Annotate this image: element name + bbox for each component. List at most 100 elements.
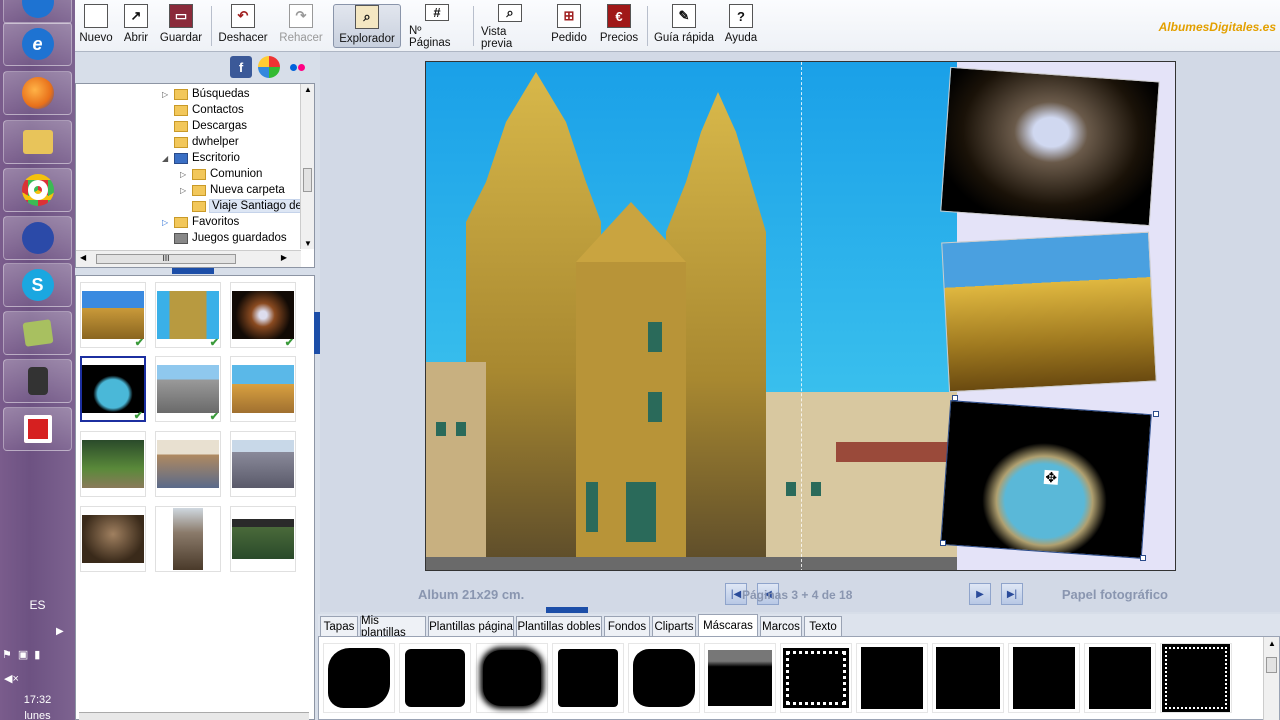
undo-button[interactable]: ↶ Deshacer: [217, 4, 269, 48]
tab-mascaras[interactable]: Máscaras: [698, 614, 758, 636]
language-indicator[interactable]: ES: [0, 598, 75, 612]
tree-item-comunion[interactable]: ▷ Comunion: [180, 166, 262, 182]
clock-time[interactable]: 17:32: [0, 694, 75, 706]
taskbar-button-top[interactable]: [3, 0, 72, 24]
tree-item-dwhelper[interactable]: dwhelper: [162, 134, 239, 150]
taskbar-skype[interactable]: S: [3, 263, 72, 307]
tree-item-nueva-carpeta[interactable]: ▷ Nueva carpeta: [180, 182, 285, 198]
resize-handle[interactable]: [940, 540, 946, 546]
photo-thumbnail[interactable]: [80, 431, 146, 497]
masks-scrollbar[interactable]: ▲: [1263, 637, 1279, 720]
mask-item[interactable]: [780, 643, 852, 713]
taskbar-internet-explorer[interactable]: e: [3, 22, 72, 66]
tab-plantillas-dobles[interactable]: Plantillas dobles: [516, 616, 602, 636]
resize-handle[interactable]: [952, 395, 958, 401]
mask-item[interactable]: [628, 643, 700, 713]
scroll-left-icon[interactable]: ◀: [80, 253, 86, 262]
thumbnail-size-slider[interactable]: [79, 712, 309, 720]
prices-button[interactable]: € Precios: [599, 4, 639, 48]
tree-item-contactos[interactable]: Contactos: [162, 102, 244, 118]
photo-thumbnail[interactable]: ✔: [155, 356, 221, 423]
flickr-icon[interactable]: [286, 56, 308, 78]
scroll-right-icon[interactable]: ▶: [281, 253, 287, 262]
new-button[interactable]: Nuevo: [79, 4, 113, 48]
order-button[interactable]: ⊞ Pedido: [549, 4, 589, 48]
scroll-thumb[interactable]: III: [96, 254, 236, 264]
scroll-up-icon[interactable]: ▲: [1268, 639, 1276, 648]
volume-muted-icon[interactable]: ◀×: [4, 672, 19, 685]
show-hidden-icons-icon[interactable]: ▶: [56, 626, 64, 637]
quick-guide-button[interactable]: ✎ Guía rápida: [653, 4, 715, 48]
open-button[interactable]: ↗ Abrir: [121, 4, 151, 48]
resize-handle[interactable]: [1153, 411, 1159, 417]
expand-icon[interactable]: ▷: [162, 218, 172, 227]
tab-marcos[interactable]: Marcos: [760, 616, 802, 636]
tab-texto[interactable]: Texto: [804, 616, 842, 636]
scroll-up-icon[interactable]: ▲: [304, 85, 312, 94]
photo-thumbnail[interactable]: [230, 506, 296, 572]
tree-item-juegos-guardados[interactable]: Juegos guardados: [162, 230, 287, 246]
photo-thumbnail[interactable]: [155, 431, 221, 497]
signal-icon[interactable]: ▮: [34, 648, 40, 664]
side-photo-masked-selected[interactable]: ✥: [940, 400, 1152, 559]
taskbar-chrome[interactable]: [3, 168, 72, 212]
photo-thumbnail[interactable]: ✔: [80, 282, 146, 349]
scroll-down-icon[interactable]: ▼: [304, 239, 312, 248]
taskbar-audio[interactable]: [3, 216, 72, 260]
scroll-thumb[interactable]: [303, 168, 312, 192]
side-photo-facade[interactable]: [941, 231, 1157, 393]
mask-item[interactable]: [932, 643, 1004, 713]
scroll-thumb[interactable]: [1266, 657, 1277, 673]
picasa-icon[interactable]: [258, 56, 280, 78]
resize-handle[interactable]: [1140, 555, 1146, 561]
tab-tapas[interactable]: Tapas: [320, 616, 358, 636]
photo-thumbnail[interactable]: ✔: [230, 282, 296, 349]
tree-item-favoritos[interactable]: ▷ Favoritos: [162, 214, 239, 230]
photo-thumbnail[interactable]: [230, 431, 296, 497]
next-page-button[interactable]: ▶: [969, 583, 991, 605]
side-photo-night[interactable]: [940, 66, 1160, 227]
taskbar-albumes-app[interactable]: [3, 407, 72, 451]
facebook-icon[interactable]: f: [230, 56, 252, 78]
help-button[interactable]: ? Ayuda: [723, 4, 759, 48]
mask-item[interactable]: [1008, 643, 1080, 713]
mask-item[interactable]: [323, 643, 395, 713]
panel-splitter-bottom[interactable]: [546, 607, 588, 613]
mask-item[interactable]: [856, 643, 928, 713]
tree-item-escritorio[interactable]: ◢ Escritorio: [162, 150, 240, 166]
tab-fondos[interactable]: Fondos: [604, 616, 650, 636]
mask-item[interactable]: [476, 643, 548, 713]
redo-button[interactable]: ↷ Rehacer: [279, 4, 323, 48]
explorer-button[interactable]: ⌕ Explorador: [333, 4, 401, 48]
taskbar-firefox[interactable]: [3, 71, 72, 115]
tree-item-descargas[interactable]: Descargas: [162, 118, 247, 134]
photo-thumbnail[interactable]: ✔: [155, 282, 221, 349]
page-count-button[interactable]: # Nº Páginas: [409, 4, 465, 49]
photo-thumbnail[interactable]: [155, 506, 221, 572]
tree-horizontal-scrollbar[interactable]: ◀ III ▶: [76, 250, 301, 267]
expand-icon[interactable]: ▷: [162, 90, 172, 99]
taskbar-camera[interactable]: [3, 359, 72, 403]
save-button[interactable]: ▭ Guardar: [159, 4, 203, 48]
photo-thumbnail-selected[interactable]: ✔: [80, 356, 146, 422]
last-page-button[interactable]: ▶|: [1001, 583, 1023, 605]
tab-cliparts[interactable]: Cliparts: [652, 616, 696, 636]
photo-thumbnail[interactable]: [80, 506, 146, 572]
tree-vertical-scrollbar[interactable]: ▲ ▼: [300, 84, 314, 249]
mask-item[interactable]: [399, 643, 471, 713]
preview-button[interactable]: ⌕ Vista previa: [481, 4, 539, 50]
photo-thumbnail[interactable]: [230, 356, 296, 422]
expand-icon[interactable]: ▷: [180, 170, 190, 179]
tab-plantillas-pagina[interactable]: Plantillas página: [428, 616, 514, 636]
mask-item[interactable]: [1160, 643, 1232, 713]
main-photo-cathedral[interactable]: [426, 62, 957, 571]
tree-item-viaje-santiago[interactable]: Viaje Santiago de: [180, 198, 305, 214]
tab-mis-plantillas[interactable]: Mis plantillas: [360, 615, 426, 639]
tree-item-busquedas[interactable]: ▷ Búsquedas: [162, 86, 250, 102]
mask-item[interactable]: [552, 643, 624, 713]
network-icon[interactable]: ▣: [18, 648, 28, 664]
mask-item[interactable]: [704, 643, 776, 713]
expand-icon[interactable]: ▷: [180, 186, 190, 195]
flag-icon[interactable]: ⚑: [2, 648, 12, 664]
panel-splitter-horizontal[interactable]: [172, 268, 214, 274]
